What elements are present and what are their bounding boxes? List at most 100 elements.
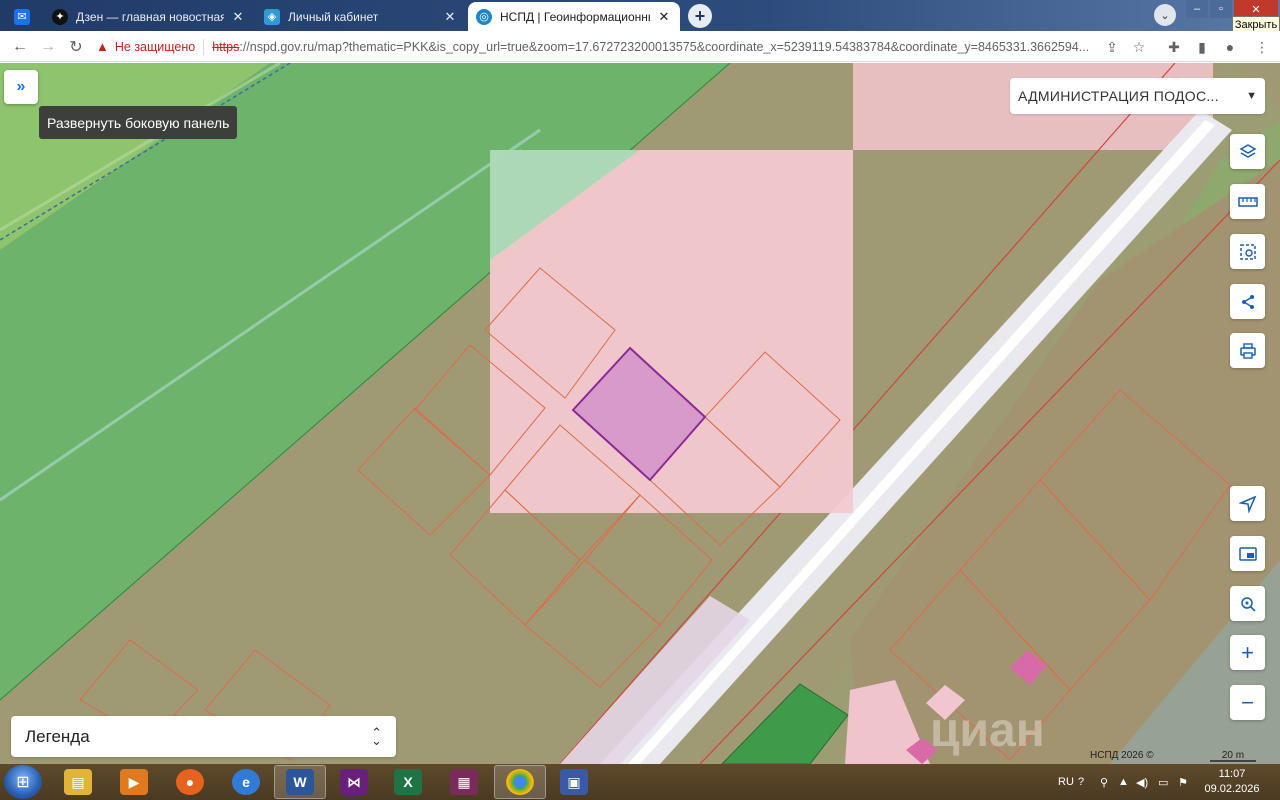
layers-button[interactable] (1230, 134, 1265, 169)
extensions-icon[interactable]: ✚ (1162, 35, 1186, 59)
taskbar-visual-studio[interactable]: ⋈ (328, 765, 380, 799)
minimap-icon (1238, 546, 1257, 561)
expand-collapse-icon: ⌃ ⌄ (371, 724, 382, 748)
taskbar: ⊞ ▤ ▶ ● e W ⋈ X ▦ ▣ RU ? ⚲ ▲ ◀) ▭ ⚑ 11:0… (0, 764, 1280, 800)
tab-title: НСПД | Геоинформационный п (500, 9, 650, 24)
side-panel-icon[interactable]: ▮ (1190, 35, 1214, 59)
scale-bar: 20 m (1210, 750, 1256, 762)
address-bar[interactable]: ▲ Не защищено https ://nspd.gov.ru/map?t… (96, 34, 1096, 59)
winrar-icon: ▦ (450, 769, 478, 795)
forward-arrow-icon[interactable]: → (36, 35, 60, 59)
explorer-icon: ▤ (64, 769, 92, 795)
back-arrow-icon[interactable]: ← (8, 35, 32, 59)
warning-icon: ▲ (96, 39, 109, 54)
close-icon[interactable]: ✕ (230, 9, 246, 25)
reload-icon[interactable]: ↻ (64, 35, 88, 59)
divider (203, 38, 205, 55)
tab-title: Дзен — главная новостная инф (76, 9, 224, 24)
watermark: циан (930, 704, 1045, 757)
search-location-button[interactable] (1230, 586, 1265, 621)
share-icon (1241, 294, 1254, 309)
media-player-icon: ▶ (120, 769, 148, 795)
close-icon[interactable]: ✕ (442, 9, 458, 25)
locate-icon (1238, 495, 1256, 513)
show-hidden-icons-icon[interactable]: ▲ (1118, 764, 1129, 800)
profile-icon[interactable]: ● (1218, 35, 1242, 59)
expand-sidebar-button[interactable]: » (4, 70, 38, 104)
minimap-button[interactable] (1230, 536, 1265, 571)
tab-nspd[interactable]: ◎ НСПД | Геоинформационный п ✕ (468, 2, 680, 31)
taskbar-winrar[interactable]: ▦ (438, 765, 490, 799)
display-icon[interactable]: ▭ (1158, 764, 1168, 800)
sidebar-tooltip: Развернуть боковую панель (39, 106, 238, 139)
mail-icon: ✉ (14, 8, 30, 25)
taskbar-explorer[interactable]: ▤ (52, 765, 104, 799)
tab-strip: ✉ ✦ Дзен — главная новостная инф ✕ ◈ Лич… (0, 0, 1280, 34)
tab-dzen[interactable]: ✦ Дзен — главная новостная инф ✕ (44, 2, 254, 31)
taskbar-media-player[interactable]: ▶ (108, 765, 160, 799)
url-scheme: https (212, 39, 240, 54)
ruler-icon (1237, 196, 1258, 207)
excel-icon: X (394, 769, 422, 795)
help-icon[interactable]: ? (1078, 764, 1084, 800)
url-text: ://nspd.gov.ru/map?thematic=PKK&is_copy_… (239, 39, 1090, 54)
tab-search-icon[interactable]: ⌄ (1154, 4, 1176, 26)
region-select-value: АДМИНИСТРАЦИЯ ПОДОС... (1018, 88, 1219, 104)
taskbar-word[interactable]: W (274, 765, 326, 799)
firefox-icon: ● (176, 769, 204, 795)
maximize-icon[interactable]: ▫ (1210, 0, 1232, 18)
language-indicator[interactable]: RU (1058, 764, 1074, 800)
taskbar-ie[interactable]: e (220, 765, 272, 799)
zoom-in-button[interactable]: + (1230, 635, 1265, 670)
area-select-icon (1239, 243, 1256, 260)
clock-time: 11:07 (1218, 768, 1246, 780)
new-tab-button[interactable]: + (688, 4, 712, 28)
caret-down-icon: ▼ (1246, 90, 1257, 102)
map-layer (0, 63, 1280, 764)
tab-title: Личный кабинет (288, 9, 379, 24)
map-canvas[interactable]: циан ID 327494474 (0, 63, 1280, 764)
region-select[interactable]: АДМИНИСТРАЦИЯ ПОДОС... ▼ (1010, 78, 1265, 114)
legend-label: Легенда (25, 726, 90, 746)
search-location-icon (1240, 596, 1256, 612)
locate-button[interactable] (1230, 486, 1265, 521)
print-button[interactable] (1230, 333, 1265, 368)
word-icon: W (286, 769, 314, 795)
ruler-button[interactable] (1230, 184, 1265, 219)
legend-panel[interactable]: Легенда ⌃ ⌄ (11, 716, 396, 757)
browser-toolbar: ← → ↻ ▲ Не защищено https ://nspd.gov.ru… (0, 31, 1280, 62)
tab-cabinet[interactable]: ◈ Личный кабинет ✕ (256, 2, 466, 31)
bookmark-star-icon[interactable]: ☆ (1127, 35, 1151, 59)
double-chevron-right-icon: » (16, 78, 26, 95)
ie-icon: e (232, 769, 260, 795)
share-button[interactable] (1230, 284, 1265, 319)
nspd-icon: ◎ (476, 8, 492, 25)
clock-date: 09.02.2026 (1204, 783, 1260, 795)
security-status[interactable]: Не защищено (115, 40, 195, 54)
action-center-flag-icon[interactable]: ⚑ (1178, 764, 1188, 800)
map-attribution: НСПД 2026 © (1090, 750, 1154, 761)
area-select-button[interactable] (1230, 234, 1265, 269)
minimize-icon[interactable]: – (1186, 0, 1208, 18)
dzen-icon: ✦ (52, 8, 68, 25)
share-page-icon[interactable]: ⇪ (1100, 35, 1124, 59)
chrome-icon (506, 769, 534, 795)
network-icon[interactable]: ⚲ (1100, 764, 1108, 800)
save-icon: ▣ (560, 769, 588, 795)
layers-icon (1238, 143, 1257, 158)
visual-studio-icon: ⋈ (340, 769, 368, 795)
screen: ✉ ✦ Дзен — главная новостная инф ✕ ◈ Лич… (0, 0, 1280, 800)
taskbar-excel[interactable]: X (382, 765, 434, 799)
print-icon (1239, 342, 1256, 359)
volume-icon[interactable]: ◀) (1136, 764, 1148, 800)
tab-mail[interactable]: ✉ (6, 2, 42, 31)
taskbar-firefox[interactable]: ● (164, 765, 216, 799)
taskbar-chrome[interactable] (494, 765, 546, 799)
taskbar-save[interactable]: ▣ (548, 765, 600, 799)
menu-dots-icon[interactable]: ⋮ (1250, 35, 1274, 59)
cabinet-icon: ◈ (264, 8, 280, 25)
windows-start-icon[interactable]: ⊞ (4, 765, 42, 799)
close-icon[interactable]: ✕ (656, 9, 672, 25)
system-clock[interactable]: 11:07 09.02.2026 (1200, 767, 1264, 797)
zoom-out-button[interactable]: − (1230, 685, 1265, 720)
